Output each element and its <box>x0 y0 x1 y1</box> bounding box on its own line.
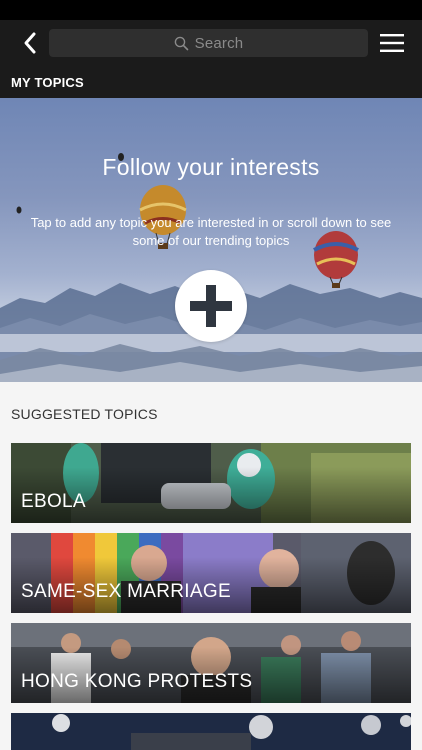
my-topics-label: MY TOPICS <box>11 75 84 90</box>
topic-label: EBOLA <box>21 491 86 512</box>
suggested-topics-title: SUGGESTED TOPICS <box>11 406 158 422</box>
search-input[interactable]: Search <box>49 29 368 57</box>
topic-card-hong-kong-protests[interactable]: HONG KONG PROTESTS <box>11 623 411 703</box>
hero-title: Follow your interests <box>102 154 320 180</box>
topic-card-partial[interactable] <box>11 713 411 750</box>
topic-card-same-sex-marriage[interactable]: SAME-SEX MARRIAGE <box>11 533 411 613</box>
topic-label: HONG KONG PROTESTS <box>21 671 253 692</box>
back-button[interactable] <box>16 29 44 57</box>
follow-interests-banner[interactable]: Follow your interests Tap to add any top… <box>0 98 422 382</box>
my-topics-header: MY TOPICS <box>0 66 422 98</box>
top-nav-bar: Search <box>0 20 422 66</box>
topic-image-partial <box>11 713 411 750</box>
add-topic-button[interactable] <box>175 270 247 342</box>
hero-subtitle: Tap to add any topic you are interested … <box>30 215 392 248</box>
topic-label: SAME-SEX MARRIAGE <box>21 581 231 602</box>
suggested-topics-section: SUGGESTED TOPICS EBOLA SAME-SEX MARRIAGE… <box>0 382 422 750</box>
plus-icon <box>190 285 232 327</box>
chevron-left-icon <box>24 32 36 54</box>
status-bar <box>0 0 422 20</box>
search-placeholder: Search <box>194 34 244 52</box>
search-icon <box>174 36 188 50</box>
menu-button[interactable] <box>378 31 406 55</box>
hamburger-menu-icon <box>380 34 404 52</box>
topic-card-ebola[interactable]: EBOLA <box>11 443 411 523</box>
